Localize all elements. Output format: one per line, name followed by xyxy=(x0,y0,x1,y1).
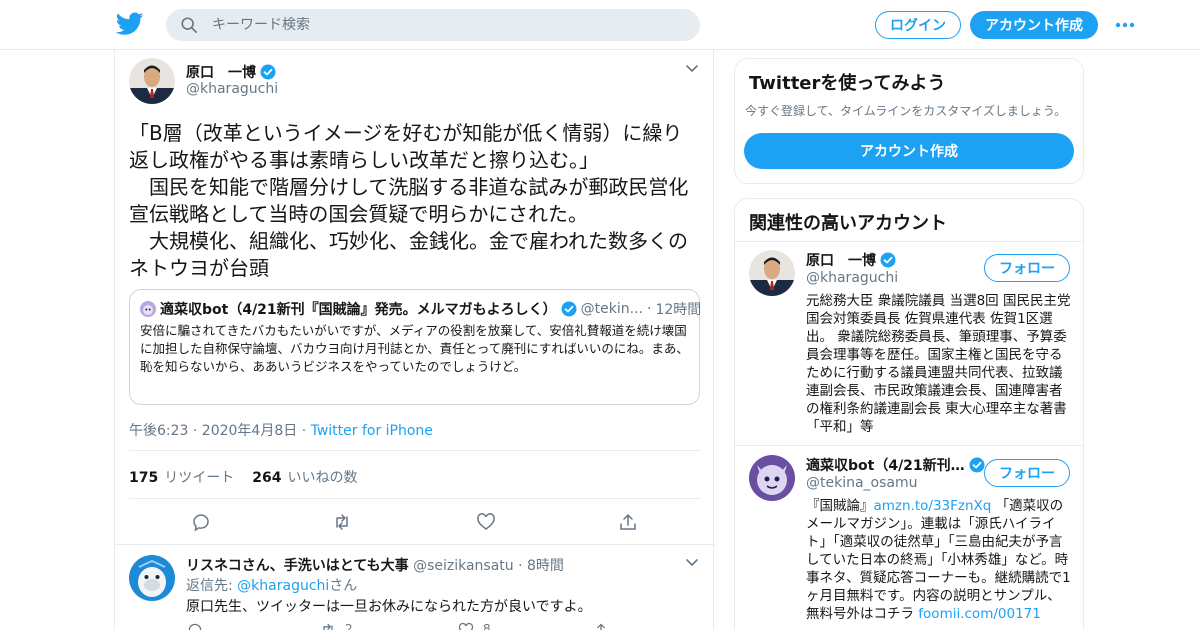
retweet-count: 175 xyxy=(129,470,159,486)
reply-time[interactable]: 8時間 xyxy=(527,558,564,574)
quoted-tweet[interactable]: 適菜収bot（4/21新刊『国賊論』発売。メルマガもよろしく） @tekin..… xyxy=(129,289,701,405)
like-heart-icon[interactable] xyxy=(476,512,496,532)
verified-badge-icon xyxy=(880,252,896,268)
top-header: ログイン アカウント作成 xyxy=(0,0,1200,50)
reply-retweet-count: 2 xyxy=(345,622,353,630)
search-input[interactable] xyxy=(212,17,672,33)
related-accounts-card: 関連性の高いアカウント 原口 一博 @kharaguchi フォロー 元総務大臣… xyxy=(734,198,1084,630)
reply-like-count: 8 xyxy=(483,622,491,630)
login-button[interactable]: ログイン xyxy=(875,11,961,39)
related-account-name[interactable]: 原口 一博 xyxy=(806,250,896,270)
separator-dot: · xyxy=(647,301,652,317)
follow-button[interactable]: フォロー xyxy=(984,459,1070,487)
search-icon xyxy=(181,17,198,34)
like-count: 264 xyxy=(252,470,282,486)
bio-text: 「適菜収のメールマガジン」。連載は「源氏ハイライト」「適菜収の徒然草」「三島由紀… xyxy=(806,498,1071,622)
bio-link[interactable]: amzn.to/33FznXq xyxy=(874,498,992,514)
signup-card-button[interactable]: アカウント作成 xyxy=(744,133,1074,169)
related-accounts-title: 関連性の高いアカウント xyxy=(749,213,947,234)
signup-card-title: Twitterを使ってみよう xyxy=(749,73,946,94)
reply-icon[interactable] xyxy=(187,622,203,630)
author-handle[interactable]: @kharaguchi xyxy=(186,81,278,97)
like-heart-icon[interactable] xyxy=(458,622,474,630)
search-box[interactable] xyxy=(166,9,700,41)
related-account-name-text[interactable]: 適菜収bot（4/21新刊… xyxy=(806,455,965,475)
related-account-name-text[interactable]: 原口 一博 xyxy=(806,250,876,270)
reply-to-suffix: さん xyxy=(329,578,358,594)
related-account-handle[interactable]: @tekina_osamu xyxy=(806,475,918,491)
related-account-avatar[interactable] xyxy=(749,455,795,501)
divider xyxy=(115,544,715,545)
reply-to-prefix: 返信先: xyxy=(186,578,238,594)
reply-to-line: 返信先: @kharaguchiさん xyxy=(186,575,357,595)
quoted-author-name: 適菜収bot（4/21新刊『国賊論』発売。メルマガもよろしく） xyxy=(160,302,557,318)
signup-card-subtitle: 今すぐ登録して、タイムラインをカスタマイズしましょう。 xyxy=(745,104,1067,118)
quoted-author-handle: @tekin... xyxy=(580,301,643,317)
twitter-bird-icon[interactable] xyxy=(116,12,144,36)
tweet-stats: 175 リツイート 264 いいねの数 xyxy=(129,467,357,487)
bio-text: 『国賊論』 xyxy=(806,498,874,514)
share-icon[interactable] xyxy=(618,512,638,532)
divider xyxy=(129,450,701,451)
author-name[interactable]: 原口 一博 xyxy=(186,62,276,82)
share-icon[interactable] xyxy=(593,622,609,630)
quoted-tweet-text: 安倍に騙されてきたバカもたいがいですが、メディアの役割を放棄して、安倍礼賛報道を… xyxy=(140,323,689,374)
chevron-down-icon[interactable] xyxy=(685,558,699,568)
signup-card: Twitterを使ってみよう 今すぐ登録して、タイムラインをカスタマイズしましょ… xyxy=(734,58,1084,184)
tweet-column: 原口 一博 @kharaguchi 「B層（改革というイメージを好むが知能が低く… xyxy=(114,50,715,630)
reply-author-line: リスネコさん、手洗いはとても大事 @seizikansatu · 8時間 xyxy=(186,555,564,575)
reply-to-handle-link[interactable]: @kharaguchi xyxy=(237,578,329,594)
retweet-icon[interactable] xyxy=(332,512,352,532)
reply-icon[interactable] xyxy=(191,512,211,532)
retweet-label: リツイート xyxy=(164,470,235,486)
reply-author-avatar[interactable] xyxy=(129,555,175,601)
author-avatar[interactable] xyxy=(129,58,175,104)
like-stat[interactable]: 264 いいねの数 xyxy=(252,467,357,487)
verified-badge-icon xyxy=(561,301,577,317)
quoted-tweet-time: 12時間 xyxy=(655,302,702,318)
divider xyxy=(735,241,1083,242)
tweet-source-link[interactable]: Twitter for iPhone xyxy=(311,423,433,439)
verified-badge-icon xyxy=(969,457,985,473)
related-account-name[interactable]: 適菜収bot（4/21新刊… xyxy=(806,455,985,475)
related-account-handle[interactable]: @kharaguchi xyxy=(806,270,898,286)
reply-author-name[interactable]: リスネコさん、手洗いはとても大事 xyxy=(186,558,409,574)
divider xyxy=(735,445,1083,446)
reply-text: 原口先生、ツイッターは一旦お休みになられた方が良いですよ。 xyxy=(186,599,592,615)
more-dots-icon[interactable] xyxy=(1114,18,1136,32)
divider xyxy=(129,498,701,499)
retweet-stat[interactable]: 175 リツイート xyxy=(129,467,234,487)
related-account-avatar[interactable] xyxy=(749,250,795,296)
quoted-author-avatar xyxy=(140,301,156,317)
tweet-meta: 午後6:23 · 2020年4月8日 · Twitter for iPhone xyxy=(129,420,433,440)
signup-button[interactable]: アカウント作成 xyxy=(970,11,1098,39)
related-account-bio: 元総務大臣 衆議院議員 当選8回 国民民主党国会対策委員長 佐賀県連代表 佐賀1… xyxy=(806,293,1071,435)
like-label: いいねの数 xyxy=(287,470,358,486)
retweet-icon[interactable] xyxy=(320,622,336,630)
follow-button[interactable]: フォロー xyxy=(984,254,1070,282)
quoted-tweet-header: 適菜収bot（4/21新刊『国賊論』発売。メルマガもよろしく） @tekin..… xyxy=(140,299,701,319)
verified-badge-icon xyxy=(260,64,276,80)
separator-dot: · xyxy=(301,423,307,439)
tweet-text: 「B層（改革というイメージを好むが知能が低く情弱）に繰り返し政権がやる事は素晴ら… xyxy=(129,121,689,280)
tweet-timestamp[interactable]: 午後6:23 · 2020年4月8日 xyxy=(129,423,297,439)
bio-link[interactable]: foomii.com/00171 xyxy=(918,606,1041,622)
separator-dot: · xyxy=(518,558,523,574)
reply-author-handle[interactable]: @seizikansatu xyxy=(413,558,514,574)
related-account-bio: 『国賊論』amzn.to/33FznXq 「適菜収のメールマガジン」。連載は「源… xyxy=(806,497,1074,623)
author-name-text[interactable]: 原口 一博 xyxy=(186,62,256,82)
chevron-down-icon[interactable] xyxy=(685,64,699,74)
